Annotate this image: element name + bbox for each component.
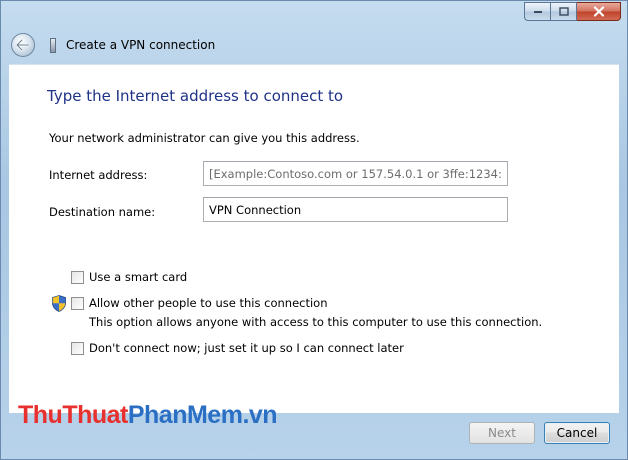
uac-shield-icon — [52, 295, 66, 312]
minimize-icon — [533, 10, 542, 13]
back-button[interactable] — [11, 33, 35, 57]
internet-address-input[interactable] — [203, 161, 508, 186]
page-heading: Type the Internet address to connect to — [47, 87, 344, 105]
smart-card-label: Use a smart card — [89, 270, 188, 284]
destination-name-input[interactable] — [203, 197, 508, 222]
cancel-button[interactable]: Cancel — [544, 422, 610, 444]
smart-card-option[interactable]: Use a smart card — [71, 270, 187, 284]
allow-others-option[interactable]: Allow other people to use this connectio… — [71, 296, 328, 310]
vpn-icon — [50, 38, 56, 53]
watermark-part2: PhanMem.vn — [127, 401, 278, 429]
destination-name-label: Destination name: — [49, 205, 156, 219]
window-title: Create a VPN connection — [66, 38, 216, 52]
internet-address-label: Internet address: — [49, 168, 148, 182]
watermark-logo: ThuThuatPhanMem.vn — [18, 401, 278, 430]
dont-connect-checkbox[interactable] — [71, 341, 84, 355]
wizard-content: Type the Internet address to connect to … — [9, 64, 619, 413]
allow-others-checkbox[interactable] — [71, 296, 84, 310]
dont-connect-option[interactable]: Don't connect now; just set it up so I c… — [71, 341, 404, 355]
next-button[interactable]: Next — [469, 422, 535, 444]
title-bar: Create a VPN connection — [1, 1, 627, 63]
window-frame: Create a VPN connection Type the Interne… — [0, 0, 628, 460]
minimize-button[interactable] — [524, 2, 551, 21]
intro-text: Your network administrator can give you … — [49, 131, 360, 145]
dont-connect-label: Don't connect now; just set it up so I c… — [89, 341, 404, 355]
back-arrow-icon — [16, 39, 30, 51]
allow-others-note: This option allows anyone with access to… — [89, 315, 543, 329]
allow-others-label: Allow other people to use this connectio… — [89, 296, 328, 310]
smart-card-checkbox[interactable] — [71, 270, 84, 284]
close-button[interactable] — [577, 2, 621, 21]
maximize-button[interactable] — [551, 2, 577, 21]
close-icon — [593, 6, 604, 17]
watermark-part1: ThuThuat — [18, 401, 128, 429]
maximize-icon — [558, 7, 569, 16]
window-controls — [524, 2, 621, 21]
